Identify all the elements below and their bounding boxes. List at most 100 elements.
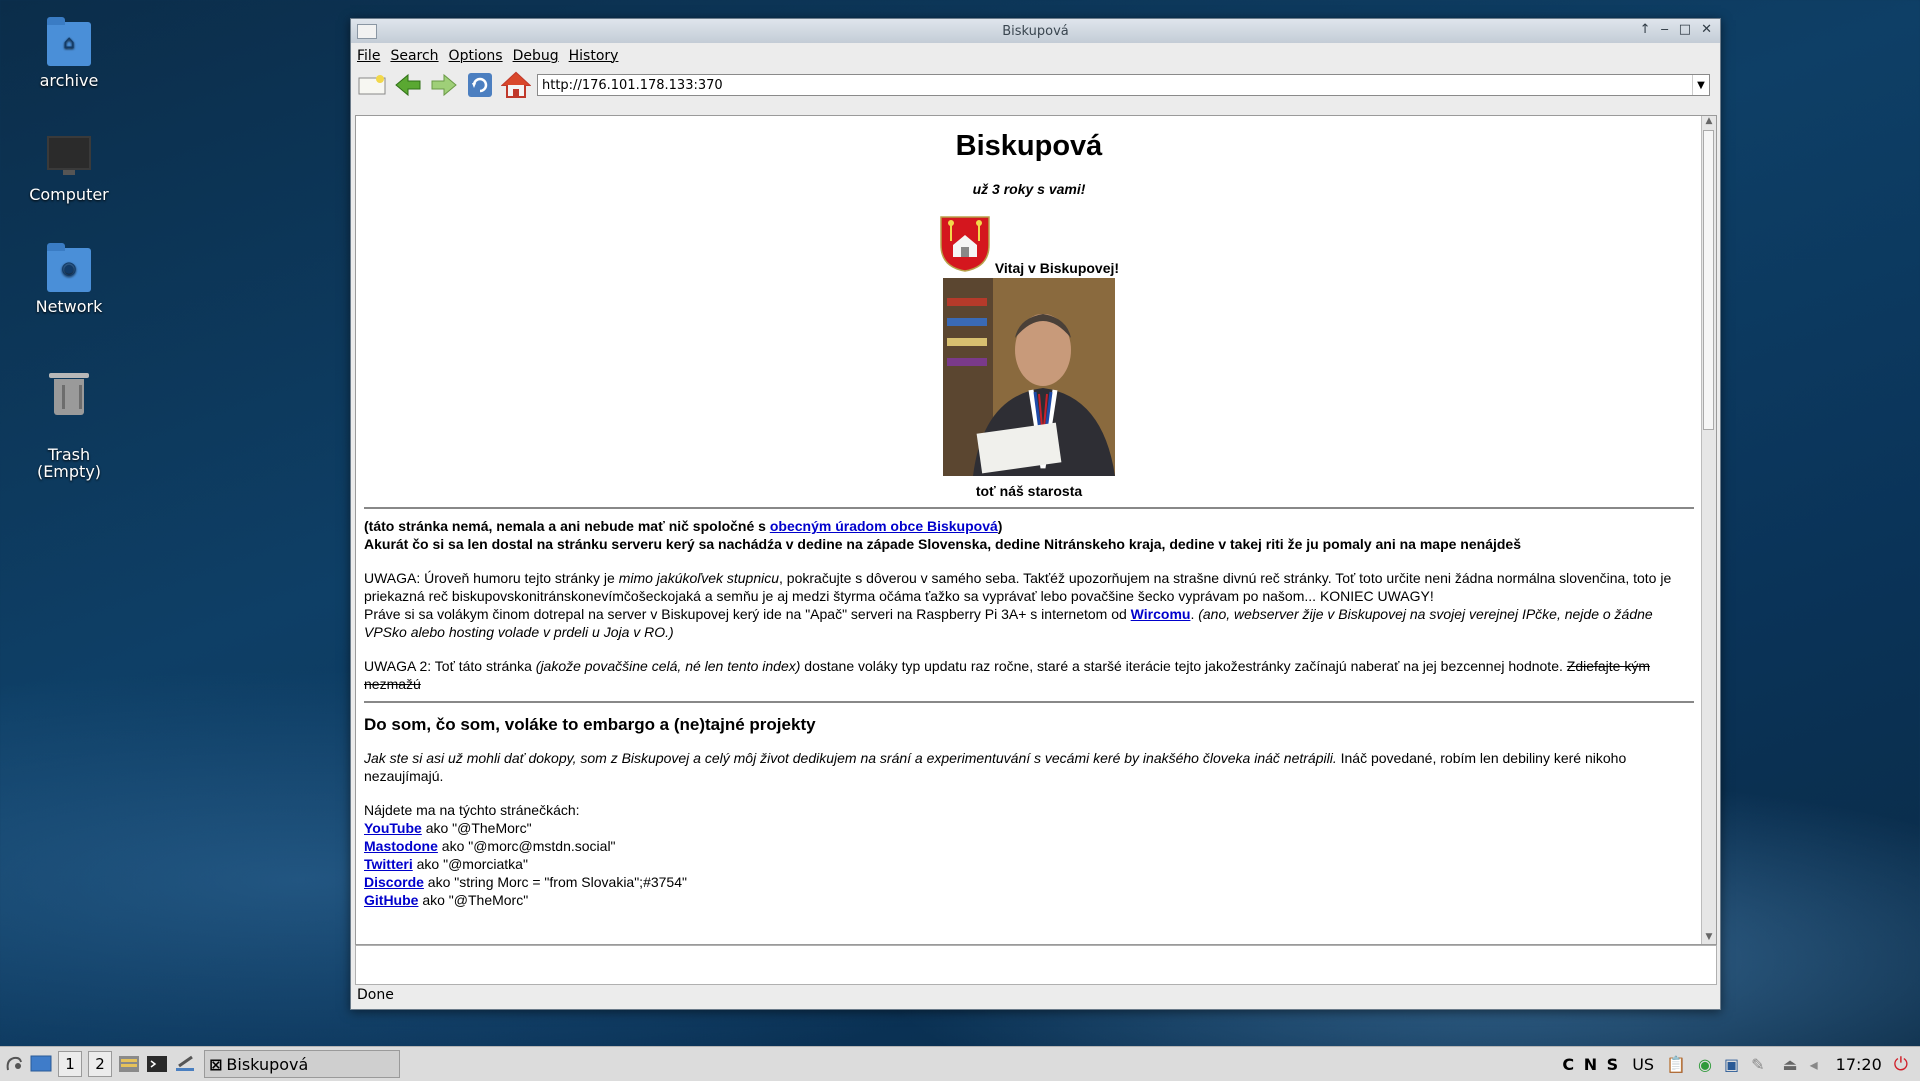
page-tagline: už 3 roky s vami!: [972, 181, 1086, 197]
editor-icon: [176, 1055, 194, 1071]
desktop-icon-network[interactable]: ◉ Network: [28, 243, 110, 316]
section-title: Do som, čo som, voláke to embargo a (ne)…: [364, 715, 816, 734]
uwaga2-italic: (jakože povačšine celá, né len tento ind…: [535, 658, 801, 674]
home-button[interactable]: [501, 71, 531, 99]
keyboard-layout[interactable]: US: [1632, 1055, 1654, 1074]
list-item: Mastodone ako "@morc@mstdn.social": [364, 837, 1694, 855]
scroll-up-icon[interactable]: ▲: [1702, 116, 1716, 128]
wircom-link[interactable]: Wircomu: [1131, 606, 1191, 622]
menu-file[interactable]: File: [357, 48, 380, 64]
desktop-icon-archive[interactable]: ⌂ archive: [28, 17, 110, 90]
link-handle: ako "@TheMorc": [418, 892, 529, 908]
menu-debug[interactable]: Debug: [513, 48, 559, 64]
maximize-icon[interactable]: □: [1679, 22, 1691, 37]
clock[interactable]: 17:20: [1836, 1055, 1882, 1074]
task-app-icon: ⊠: [209, 1054, 223, 1074]
twitter-link[interactable]: Twitteri: [364, 856, 413, 872]
list-item: Twitteri ako "@morciatka": [364, 855, 1694, 873]
power-icon[interactable]: ⏻: [1894, 1054, 1908, 1075]
disclaimer-pre: (táto stránka nemá, nemala a ani nebude …: [364, 518, 770, 534]
pen-icon[interactable]: ✎: [1751, 1055, 1764, 1074]
workspace-2[interactable]: 2: [88, 1051, 112, 1077]
page-heading: Biskupová: [955, 130, 1103, 162]
municipality-link[interactable]: obecným úradom obce Biskupová: [770, 518, 998, 534]
menu-search[interactable]: Search: [390, 48, 438, 64]
list-item: GitHube ako "@TheMorc": [364, 891, 1694, 909]
system-tray: C N S US 📋 ◉ ▣ ✎ ⏏ ◂ 17:20 ⏻: [1562, 1047, 1920, 1081]
editor-launcher[interactable]: [174, 1052, 196, 1076]
start-menu-icon: [6, 1056, 22, 1071]
coat-of-arms-icon: [940, 216, 990, 272]
mayor-photo: [943, 278, 1115, 476]
vertical-scrollbar[interactable]: ▲ ▼: [1701, 116, 1716, 944]
show-desktop-button[interactable]: [30, 1052, 52, 1076]
url-dropdown-icon[interactable]: ▼: [1692, 75, 1709, 95]
list-item: YouTube ako "@TheMorc": [364, 819, 1694, 837]
desktop-icon-label: Network: [35, 297, 103, 316]
computer-icon: [47, 136, 91, 175]
close-icon[interactable]: ✕: [1701, 22, 1712, 37]
lock-indicators: C N S: [1562, 1054, 1621, 1074]
task-title: Biskupová: [226, 1054, 309, 1074]
reload-button[interactable]: [465, 71, 495, 99]
workspace-1[interactable]: 1: [58, 1051, 82, 1077]
divider: [364, 701, 1694, 703]
title-bar[interactable]: Biskupová ↑ ‒ □ ✕: [351, 19, 1720, 43]
divider: [364, 507, 1694, 509]
home-folder-icon: ⌂: [47, 17, 91, 66]
desktop-icon-label: archive: [39, 71, 99, 90]
volume-icon[interactable]: ◂: [1810, 1055, 1818, 1074]
uwaga2-post: dostane voláky typ updatu raz ročne, sta…: [800, 658, 1567, 674]
status-text: Done: [357, 987, 394, 1003]
uwaga1-pre: UWAGA: Úroveň humoru tejto stránky je: [364, 570, 619, 586]
browser-window: Biskupová ↑ ‒ □ ✕ File Search Options De…: [350, 18, 1721, 1010]
toolbar: http://176.101.178.133:370 ▼: [351, 69, 1720, 101]
new-window-button[interactable]: [357, 71, 387, 99]
page-viewport[interactable]: Biskupová už 3 roky s vami! Vitaj v Bisk…: [355, 115, 1717, 945]
mastodon-link[interactable]: Mastodone: [364, 838, 438, 854]
network-folder-icon: ◉: [47, 243, 91, 292]
youtube-link[interactable]: YouTube: [364, 820, 422, 836]
forward-button[interactable]: [429, 71, 459, 99]
eject-icon[interactable]: ⏏: [1782, 1055, 1797, 1074]
uwaga1-italic: mimo jakúkoľvek stupnicu: [618, 570, 780, 586]
back-arrow-icon: [395, 73, 421, 97]
terminal-icon: [147, 1056, 167, 1072]
about-italic: Jak ste si asi už mohli dať dokopy, som …: [364, 750, 1337, 766]
coat-of-arms: [939, 215, 991, 276]
scrollbar-thumb[interactable]: [1703, 130, 1714, 430]
menu-bar: File Search Options Debug History: [351, 43, 1720, 69]
discord-link[interactable]: Discorde: [364, 874, 424, 890]
file-manager-launcher[interactable]: [118, 1052, 140, 1076]
menu-options[interactable]: Options: [449, 48, 503, 64]
new-window-icon: [358, 75, 386, 95]
link-handle: ako "@morciatka": [412, 856, 528, 872]
scroll-down-icon[interactable]: ▼: [1702, 932, 1716, 944]
minimize-icon[interactable]: ‒: [1661, 22, 1669, 37]
intro-text: Akurát čo si sa len dostal na stránku se…: [364, 536, 1521, 552]
window-title: Biskupová: [1002, 23, 1069, 39]
back-button[interactable]: [393, 71, 423, 99]
uwaga2-pre: UWAGA 2: Toť táto stránka: [364, 658, 536, 674]
url-bar[interactable]: http://176.101.178.133:370 ▼: [537, 74, 1710, 96]
list-item: Discorde ako "string Morc = "from Slovak…: [364, 873, 1694, 891]
desktop-icon-trash[interactable]: Trash (Empty): [28, 356, 110, 497]
shade-icon[interactable]: ↑: [1640, 22, 1651, 37]
find-me-text: Nájdete ma na týchto stránečkách:: [364, 802, 580, 818]
forward-arrow-icon: [431, 73, 457, 97]
clipboard-icon[interactable]: 📋: [1666, 1055, 1686, 1074]
network-status-icon[interactable]: ◉: [1698, 1055, 1712, 1074]
taskbar: 1 2 ⊠ Biskupová C N S US 📋 ◉ ▣ ✎ ⏏ ◂ 17:…: [0, 1046, 1920, 1081]
github-link[interactable]: GitHube: [364, 892, 418, 908]
bluetooth-icon[interactable]: ▣: [1724, 1055, 1739, 1074]
trash-icon: [49, 373, 89, 415]
url-text: http://176.101.178.133:370: [542, 77, 723, 93]
terminal-launcher[interactable]: [146, 1052, 168, 1076]
taskbar-task-biskupova[interactable]: ⊠ Biskupová: [204, 1050, 400, 1078]
start-menu-button[interactable]: [4, 1052, 24, 1076]
desktop-icon-label: Trash (Empty): [36, 445, 102, 481]
menu-history[interactable]: History: [569, 48, 619, 64]
reload-icon: [468, 73, 492, 97]
link-handle: ako "@TheMorc": [421, 820, 532, 836]
desktop-icon-computer[interactable]: Computer: [28, 128, 110, 203]
